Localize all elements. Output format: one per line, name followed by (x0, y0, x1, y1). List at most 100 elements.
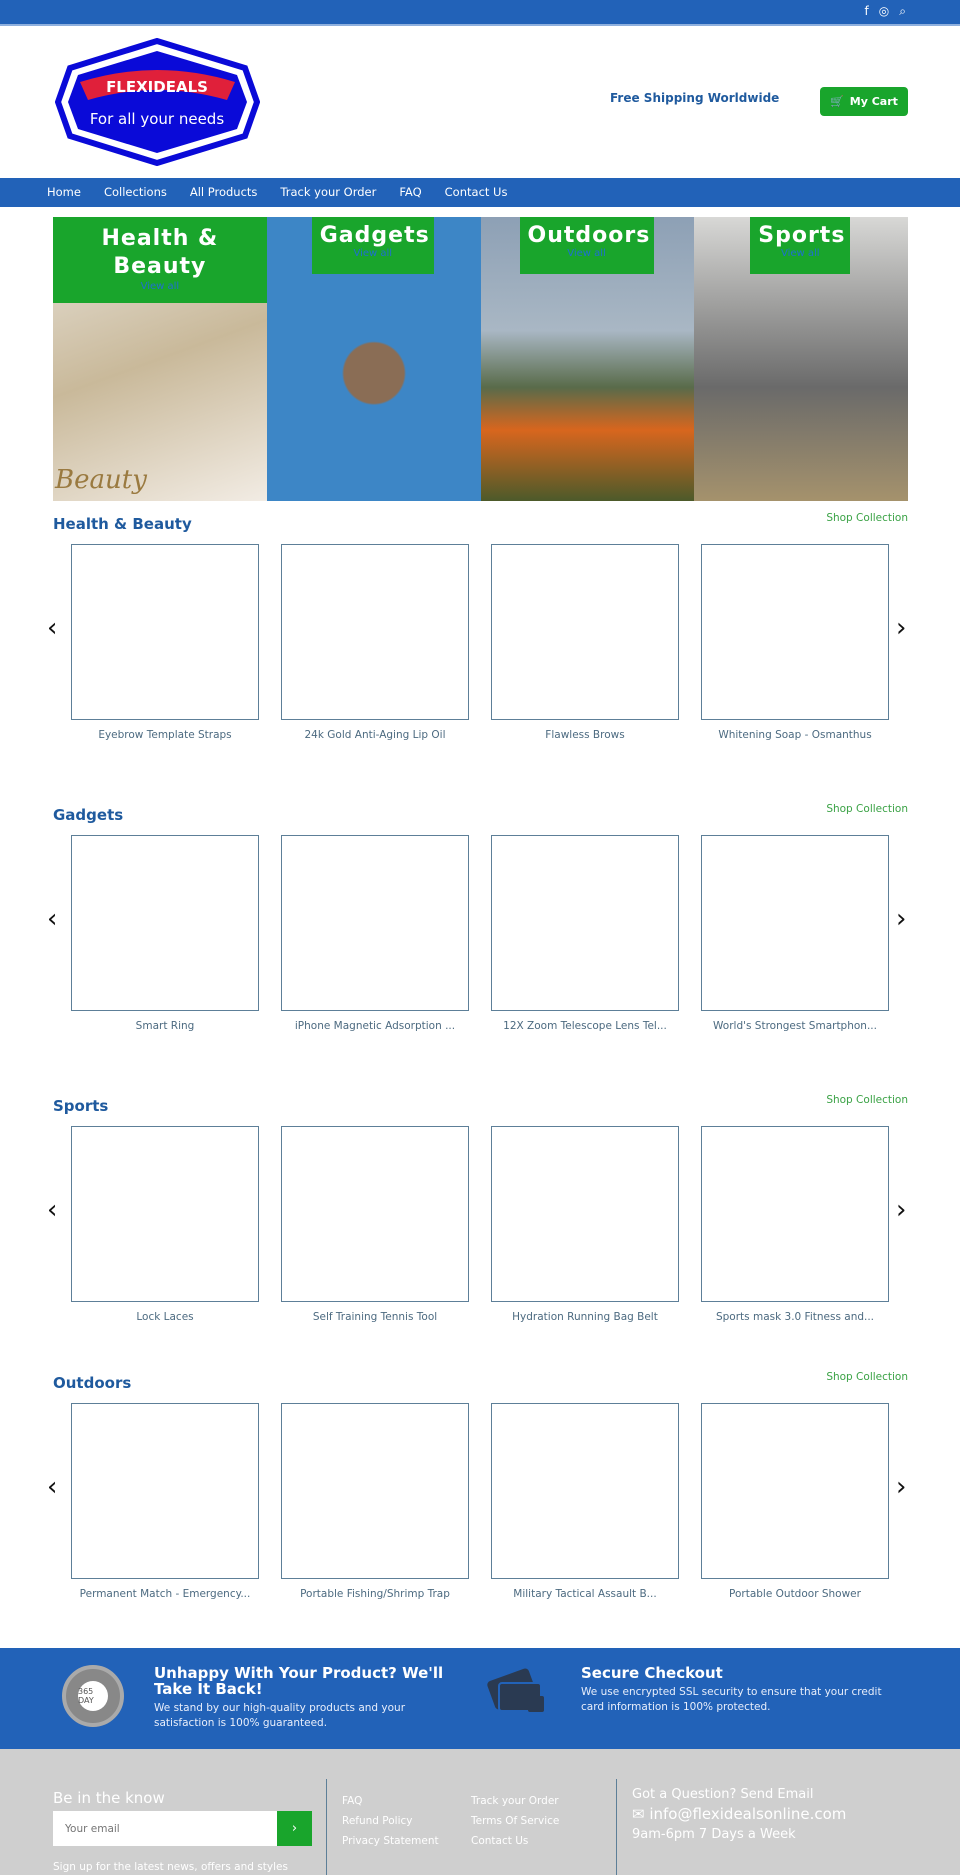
product-name[interactable]: Military Tactical Assault B... (491, 1588, 679, 1600)
badge-text: 365 DAY (78, 1681, 108, 1711)
logo-text: FLEXIDEALS (106, 78, 208, 96)
top-bar: f ◎ ⌕ (0, 0, 960, 26)
product-name[interactable]: 12X Zoom Telescope Lens Tel... (491, 1020, 679, 1032)
nav-home[interactable]: Home (47, 178, 81, 207)
next-arrow-icon[interactable]: › (896, 613, 906, 643)
product-name[interactable]: Hydration Running Bag Belt (491, 1311, 679, 1323)
product-name[interactable]: Smart Ring (71, 1020, 259, 1032)
product-image[interactable] (491, 835, 679, 1011)
chevron-right-icon: › (291, 1821, 298, 1836)
product-image[interactable] (71, 1126, 259, 1302)
prev-arrow-icon[interactable]: ‹ (47, 1195, 57, 1225)
banner-view-all[interactable]: View all (528, 248, 646, 259)
banner-title: Gadgets (319, 223, 430, 248)
trust-band: 365 DAY Unhappy With Your Product? We'll… (0, 1648, 960, 1749)
product-name[interactable]: Flawless Brows (491, 729, 679, 741)
product-name[interactable]: Portable Fishing/Shrimp Trap (281, 1588, 469, 1600)
signup-text: Sign up for the latest news, offers and … (53, 1861, 288, 1873)
nav-all-products[interactable]: All Products (190, 178, 258, 207)
product-name[interactable]: Self Training Tennis Tool (281, 1311, 469, 1323)
search-icon[interactable]: ⌕ (899, 4, 906, 19)
nav-contact[interactable]: Contact Us (445, 178, 508, 207)
guarantee-badge-icon: 365 DAY (62, 1665, 124, 1727)
email-input[interactable] (53, 1811, 277, 1846)
section-title[interactable]: Outdoors (53, 1374, 131, 1392)
product-image[interactable] (281, 544, 469, 720)
nav-collections[interactable]: Collections (104, 178, 167, 207)
banner-title: Health & Beauty (101, 226, 219, 279)
banner-sports[interactable]: Sports View all (694, 217, 908, 501)
banner-health-beauty[interactable]: Health & Beauty View all Beauty (53, 217, 267, 501)
logo[interactable]: FLEXIDEALS For all your needs (55, 38, 260, 166)
banner-title: Outdoors (527, 223, 651, 248)
product-name[interactable]: World's Strongest Smartphon... (701, 1020, 889, 1032)
contact-hours: 9am-6pm 7 Days a Week (632, 1827, 796, 1842)
section-title[interactable]: Gadgets (53, 806, 123, 824)
product-name[interactable]: Whitening Soap - Osmanthus (701, 729, 889, 741)
shop-collection-link[interactable]: Shop Collection (826, 512, 908, 524)
shop-collection-link[interactable]: Shop Collection (826, 1371, 908, 1383)
product-image[interactable] (701, 544, 889, 720)
product-section: Sports Shop Collection ‹ › Lock Laces Se… (0, 1094, 960, 1337)
divider (616, 1779, 617, 1875)
product-image[interactable] (491, 1403, 679, 1579)
footer-link-track[interactable]: Track your Order (471, 1795, 600, 1807)
product-name[interactable]: Lock Laces (71, 1311, 259, 1323)
product-image[interactable] (281, 835, 469, 1011)
nav-faq[interactable]: FAQ (399, 178, 421, 207)
product-image[interactable] (71, 1403, 259, 1579)
next-arrow-icon[interactable]: › (896, 904, 906, 934)
footer-link-faq[interactable]: FAQ (342, 1795, 471, 1807)
facebook-icon[interactable]: f (865, 4, 869, 19)
instagram-icon[interactable]: ◎ (879, 4, 889, 19)
product-image[interactable] (281, 1403, 469, 1579)
free-shipping-text: Free Shipping Worldwide (610, 91, 780, 105)
shop-collection-link[interactable]: Shop Collection (826, 1094, 908, 1106)
product-name[interactable]: Permanent Match - Emergency... (71, 1588, 259, 1600)
prev-arrow-icon[interactable]: ‹ (47, 904, 57, 934)
subscribe-button[interactable]: › (277, 1811, 312, 1846)
product-name[interactable]: 24k Gold Anti-Aging Lip Oil (281, 729, 469, 741)
header: FLEXIDEALS For all your needs Free Shipp… (0, 26, 960, 178)
banner-gadgets[interactable]: Gadgets View all (266, 217, 481, 501)
banner-view-all[interactable]: View all (61, 281, 259, 293)
next-arrow-icon[interactable]: › (896, 1472, 906, 1502)
cart-icon: 🛒 (830, 95, 844, 108)
footer-link-privacy[interactable]: Privacy Statement (342, 1835, 471, 1847)
product-image[interactable] (71, 835, 259, 1011)
next-arrow-icon[interactable]: › (896, 1195, 906, 1225)
secure-text: We use encrypted SSL security to ensure … (581, 1686, 882, 1713)
product-name[interactable]: iPhone Magnetic Adsorption ... (281, 1020, 469, 1032)
main-nav: Home Collections All Products Track your… (0, 178, 960, 207)
product-image[interactable] (701, 1403, 889, 1579)
banner-title: Sports (758, 223, 846, 248)
prev-arrow-icon[interactable]: ‹ (47, 613, 57, 643)
product-image[interactable] (491, 1126, 679, 1302)
product-name[interactable]: Eyebrow Template Straps (71, 729, 259, 741)
footer-link-terms[interactable]: Terms Of Service (471, 1815, 600, 1827)
product-name[interactable]: Portable Outdoor Shower (701, 1588, 889, 1600)
newsletter-title: Be in the know (53, 1789, 165, 1807)
footer-link-refund[interactable]: Refund Policy (342, 1815, 471, 1827)
banner-view-all[interactable]: View all (758, 248, 842, 259)
product-image[interactable] (491, 544, 679, 720)
product-image[interactable] (701, 1126, 889, 1302)
product-image[interactable] (701, 835, 889, 1011)
footer-links: FAQ Track your Order Refund Policy Terms… (342, 1795, 600, 1847)
product-section: Outdoors Shop Collection ‹ › Permanent M… (0, 1371, 960, 1614)
prev-arrow-icon[interactable]: ‹ (47, 1472, 57, 1502)
section-title[interactable]: Health & Beauty (53, 515, 192, 533)
product-name[interactable]: Sports mask 3.0 Fitness and... (701, 1311, 889, 1323)
nav-track-order[interactable]: Track your Order (280, 178, 376, 207)
banner-view-all[interactable]: View all (320, 248, 426, 259)
divider (326, 1779, 327, 1875)
shop-collection-link[interactable]: Shop Collection (826, 803, 908, 815)
guarantee-title: Unhappy With Your Product? We'll Take It… (154, 1664, 444, 1698)
section-title[interactable]: Sports (53, 1097, 108, 1115)
contact-email-link[interactable]: info@flexidealsonline.com (649, 1805, 846, 1823)
product-image[interactable] (281, 1126, 469, 1302)
cart-button[interactable]: 🛒 My Cart (820, 87, 908, 116)
footer-link-contact[interactable]: Contact Us (471, 1835, 600, 1847)
banner-outdoors[interactable]: Outdoors View all (480, 217, 695, 501)
product-image[interactable] (71, 544, 259, 720)
